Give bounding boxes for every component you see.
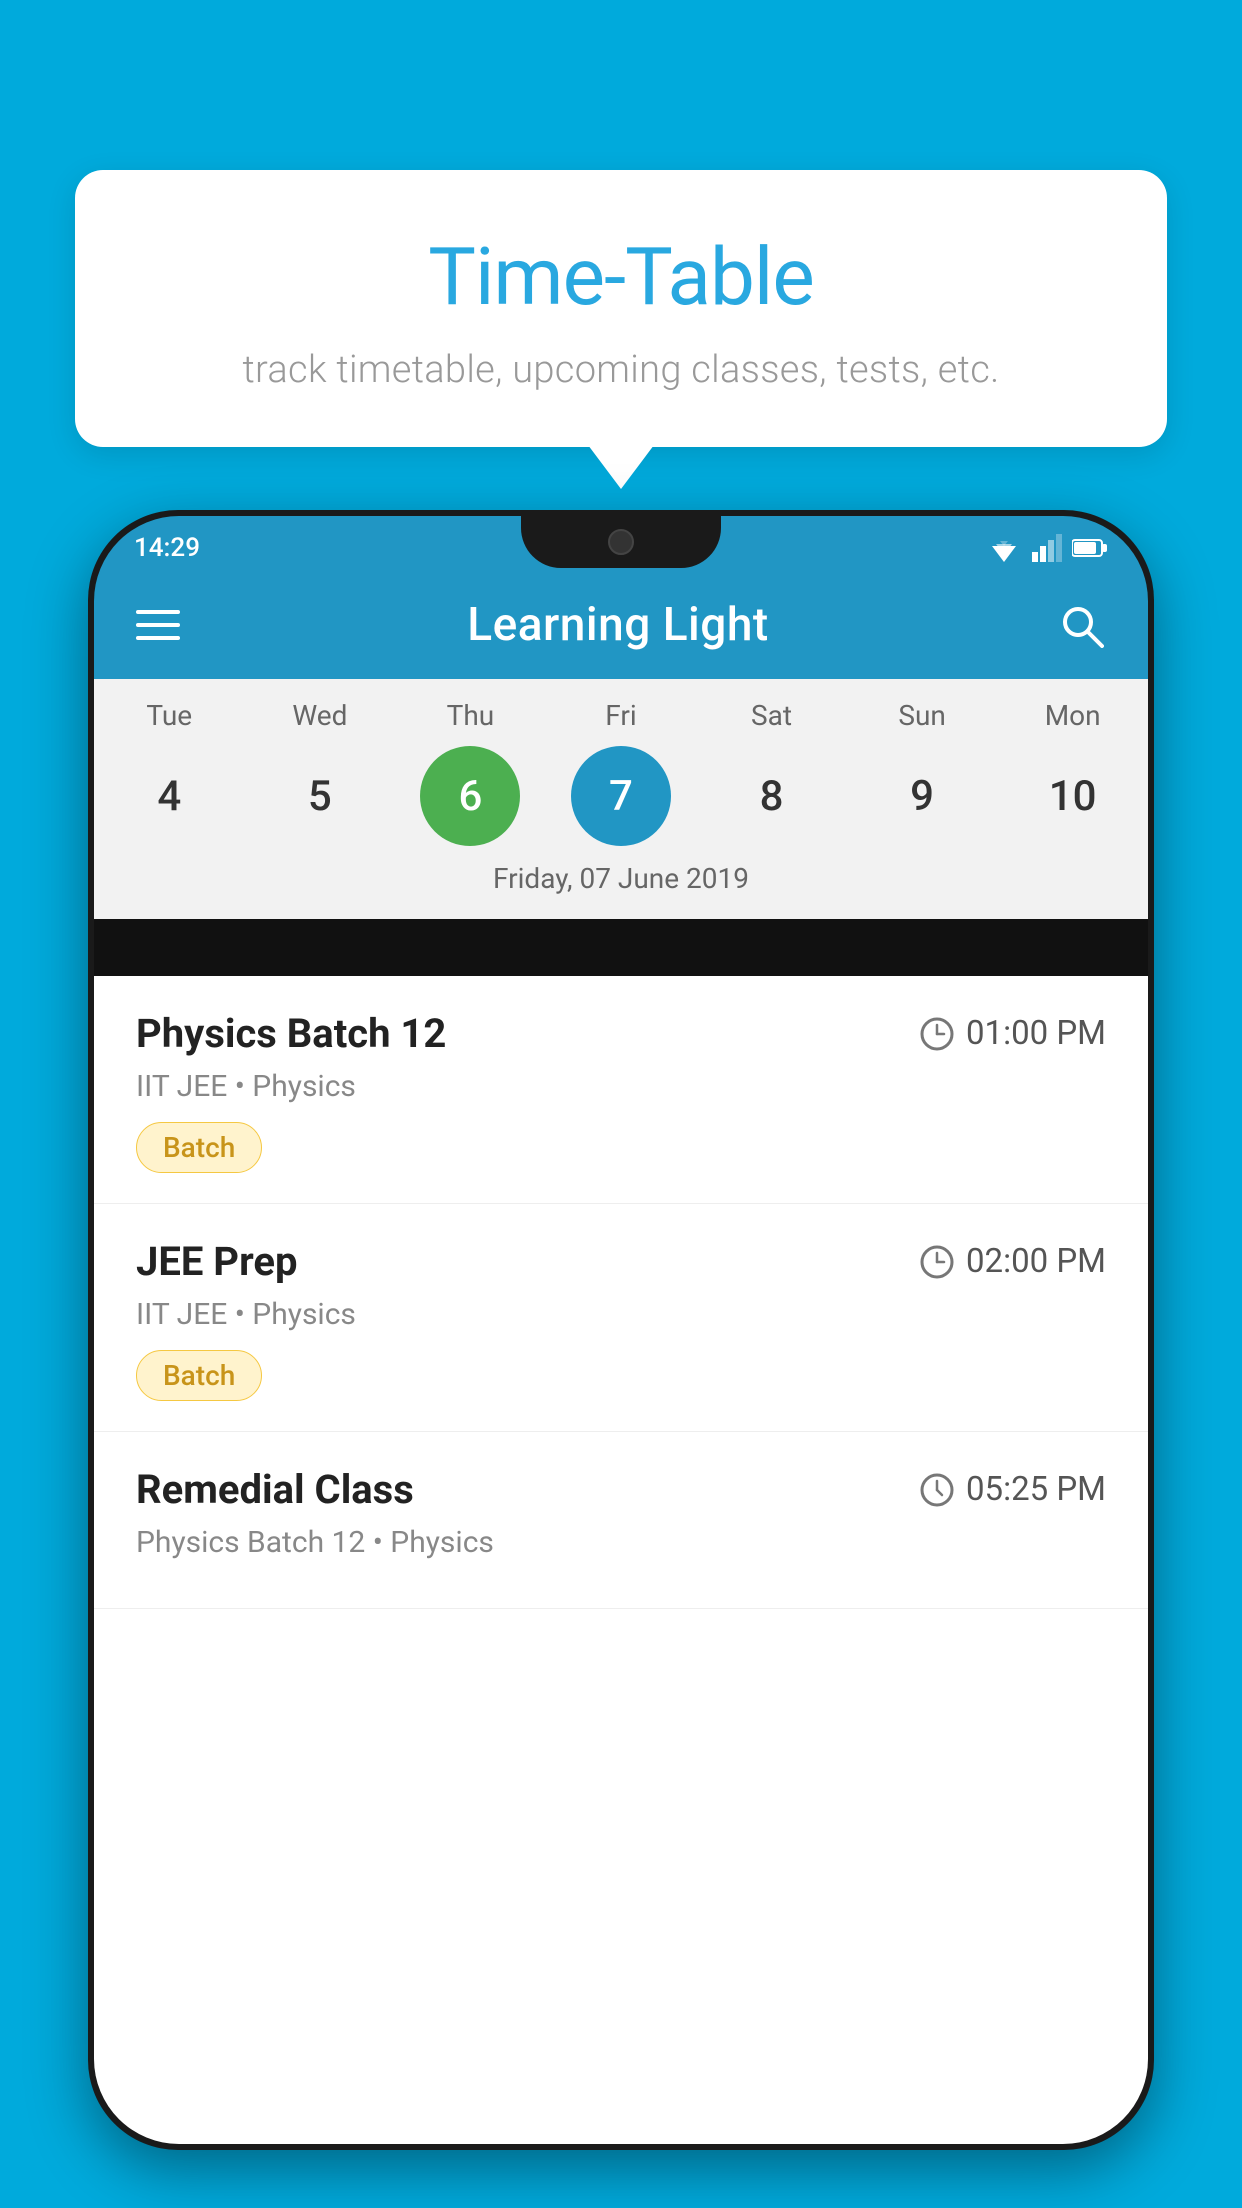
schedule-item-1-subtitle: IIT JEE • Physics — [136, 1069, 1106, 1104]
tooltip-title: Time-Table — [125, 230, 1117, 324]
schedule-item-2-subtitle: IIT JEE • Physics — [136, 1297, 1106, 1332]
day-6-today[interactable]: 6 — [420, 746, 520, 846]
status-icons — [986, 534, 1108, 562]
wifi-icon — [986, 534, 1022, 562]
search-icon — [1058, 602, 1104, 648]
status-time: 14:29 — [134, 533, 200, 563]
day-8[interactable]: 8 — [722, 746, 822, 846]
day-7-selected[interactable]: 7 — [571, 746, 671, 846]
phone-inner: 14:29 — [94, 516, 1148, 2144]
day-label-fri: Fri — [571, 699, 671, 732]
day-9[interactable]: 9 — [872, 746, 972, 846]
day-label-thu: Thu — [420, 699, 520, 732]
tooltip-subtitle: track timetable, upcoming classes, tests… — [125, 348, 1117, 392]
app-title: Learning Light — [467, 598, 769, 652]
schedule-item-1-badge: Batch — [136, 1122, 262, 1173]
battery-icon — [1072, 538, 1108, 558]
day-label-tue: Tue — [119, 699, 219, 732]
schedule-item-3-time: 05:25 PM — [920, 1470, 1106, 1509]
schedule-item-3[interactable]: Remedial Class 05:25 PM Physics Batch 12… — [94, 1432, 1148, 1609]
app-bar: Learning Light — [94, 571, 1148, 679]
phone-notch — [521, 516, 721, 568]
schedule-item-3-title: Remedial Class — [136, 1466, 414, 1513]
schedule-item-2-title: JEE Prep — [136, 1238, 297, 1285]
schedule-item-2-time: 02:00 PM — [920, 1242, 1106, 1281]
camera — [608, 529, 634, 555]
schedule-item-3-subtitle: Physics Batch 12 • Physics — [136, 1525, 1106, 1560]
day-numbers: 4 5 6 7 8 9 10 — [94, 746, 1148, 846]
day-label-mon: Mon — [1023, 699, 1123, 732]
schedule-container: Physics Batch 12 01:00 PM IIT JEE • Phys… — [94, 976, 1148, 2144]
day-labels: Tue Wed Thu Fri Sat Sun Mon — [94, 699, 1148, 732]
phone-frame: 14:29 — [88, 510, 1154, 2150]
phone-mockup: 14:29 — [88, 510, 1154, 2208]
clock-icon-2 — [920, 1245, 954, 1279]
clock-icon-1 — [920, 1017, 954, 1051]
schedule-item-2-top: JEE Prep 02:00 PM — [136, 1238, 1106, 1285]
day-label-sun: Sun — [872, 699, 972, 732]
schedule-item-1-title: Physics Batch 12 — [136, 1010, 446, 1057]
search-button[interactable] — [1056, 600, 1106, 650]
calendar-strip: Tue Wed Thu Fri Sat Sun Mon 4 5 6 7 8 9 … — [94, 679, 1148, 919]
clock-icon-3 — [920, 1473, 954, 1507]
day-5[interactable]: 5 — [270, 746, 370, 846]
day-4[interactable]: 4 — [119, 746, 219, 846]
schedule-item-3-top: Remedial Class 05:25 PM — [136, 1466, 1106, 1513]
tooltip-card: Time-Table track timetable, upcoming cla… — [75, 170, 1167, 447]
schedule-item-2[interactable]: JEE Prep 02:00 PM IIT JEE • Physics Batc… — [94, 1204, 1148, 1432]
schedule-item-1-time: 01:00 PM — [920, 1014, 1106, 1053]
day-label-wed: Wed — [270, 699, 370, 732]
schedule-item-1-top: Physics Batch 12 01:00 PM — [136, 1010, 1106, 1057]
selected-date-label: Friday, 07 June 2019 — [94, 862, 1148, 909]
hamburger-menu-icon[interactable] — [136, 610, 180, 640]
schedule-item-1[interactable]: Physics Batch 12 01:00 PM IIT JEE • Phys… — [94, 976, 1148, 1204]
day-label-sat: Sat — [722, 699, 822, 732]
signal-icon — [1032, 534, 1062, 562]
schedule-item-2-badge: Batch — [136, 1350, 262, 1401]
day-10[interactable]: 10 — [1023, 746, 1123, 846]
